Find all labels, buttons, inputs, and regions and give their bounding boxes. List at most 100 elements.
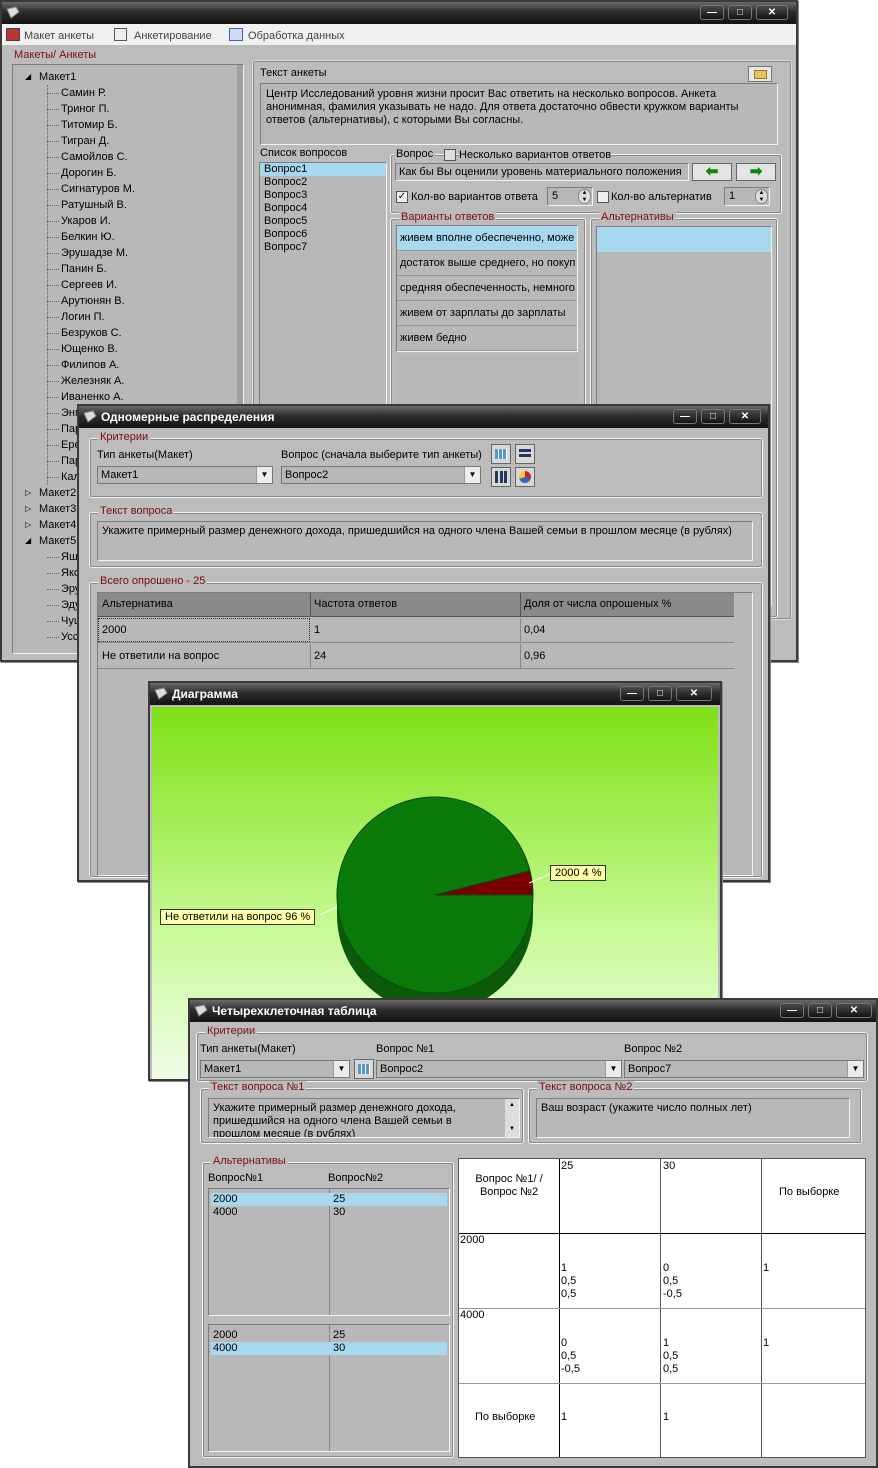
tree-item[interactable]: Триног П. (61, 103, 110, 115)
minimize-button[interactable]: — (620, 686, 644, 701)
col-header-share[interactable]: Доля от числа опрошеных % (524, 598, 671, 610)
maximize-button[interactable]: □ (701, 409, 725, 424)
prev-question-button[interactable]: ⬅ (692, 163, 732, 181)
menu-item-survey[interactable]: Анкетирование (134, 30, 212, 42)
open-folder-button[interactable] (748, 66, 772, 82)
minimize-button[interactable]: — (780, 1003, 804, 1018)
tree-item[interactable]: Арутюнян В. (61, 295, 125, 307)
answer-item[interactable]: достаток выше среднего, но покуп (397, 251, 577, 276)
tree-root[interactable]: Макет5 (39, 535, 76, 547)
tree-item[interactable]: Эрушадзе М. (61, 247, 128, 259)
chevron-down-icon[interactable]: ▼ (847, 1061, 863, 1077)
list-row[interactable]: 4000 30 (211, 1342, 447, 1355)
minimize-button[interactable]: — (700, 5, 724, 20)
spinner-arrows-icon[interactable]: ▲ ▼ (755, 189, 768, 204)
q2-text-box[interactable]: Ваш возраст (укажите число полных лет) (536, 1098, 850, 1138)
tree-expand-icon[interactable]: ▷ (25, 504, 31, 513)
survey-text-box[interactable]: Центр Исследований уровня жизни просит В… (260, 83, 778, 145)
q1-text-box[interactable]: Укажите примерный размер денежного доход… (208, 1098, 520, 1138)
tree-item[interactable]: Ратушный В. (61, 199, 127, 211)
tree-item[interactable]: Сигнатуров М. (61, 183, 135, 195)
tree-item[interactable]: Панин Б. (61, 263, 107, 275)
pie-slice[interactable] (336, 796, 534, 994)
question-item[interactable]: Вопрос1 (260, 163, 386, 176)
maximize-button[interactable]: □ (648, 686, 672, 701)
question-item[interactable]: Вопрос2 (260, 176, 386, 189)
tree-root[interactable]: Макет4 (39, 519, 76, 531)
chevron-down-icon[interactable]: ▼ (464, 467, 480, 483)
tree-item[interactable]: Иваненко А. (61, 391, 124, 403)
alternative-row-selected[interactable] (597, 227, 771, 252)
close-button[interactable]: ✕ (676, 686, 712, 701)
tree-item[interactable]: Филипов А. (61, 359, 119, 371)
tree-item[interactable]: Титомир Б. (61, 119, 118, 131)
tree-item[interactable]: Ющенко В. (61, 343, 118, 355)
col-header-alternative[interactable]: Альтернатива (102, 598, 173, 610)
answer-item[interactable]: живем от зарплаты до зарплаты (397, 301, 577, 326)
minimize-button[interactable]: — (673, 409, 697, 424)
table-view-button[interactable] (354, 1059, 374, 1079)
chevron-down-icon[interactable]: ▼ (605, 1061, 621, 1077)
tree-item[interactable]: Логин П. (61, 311, 105, 323)
next-question-button[interactable]: ➡ (736, 163, 776, 181)
bar-chart-button[interactable] (491, 467, 511, 487)
question-item[interactable]: Вопрос7 (260, 241, 386, 254)
tree-collapse-icon[interactable]: ◢ (25, 536, 31, 545)
list-row[interactable]: 2000 25 (211, 1193, 447, 1206)
answer-item[interactable]: живем вполне обеспеченно, може (397, 226, 577, 251)
alt-list-1[interactable]: 2000 25 4000 30 (208, 1188, 450, 1316)
alt-list-2[interactable]: 2000 25 4000 30 (208, 1324, 450, 1452)
question-select[interactable]: Вопрос2 ▼ (281, 466, 481, 484)
table-view-button[interactable] (491, 444, 511, 464)
spinner-arrows-icon[interactable]: ▲ ▼ (578, 189, 591, 204)
tree-item[interactable]: Самойлов С. (61, 151, 128, 163)
question-item[interactable]: Вопрос4 (260, 202, 386, 215)
question-item[interactable]: Вопрос3 (260, 189, 386, 202)
pie-chart-button[interactable] (515, 467, 535, 487)
tree-root[interactable]: Макет3 (39, 503, 76, 515)
q2-select[interactable]: Вопрос7 ▼ (624, 1060, 864, 1078)
question-item[interactable]: Вопрос5 (260, 215, 386, 228)
close-button[interactable]: ✕ (729, 409, 761, 424)
tree-item[interactable]: Усс (61, 631, 78, 643)
scrollbar[interactable]: ▲ ▼ (505, 1099, 519, 1137)
tree-item[interactable]: Сергеев И. (61, 279, 117, 291)
count-checkbox[interactable]: ✓ (396, 191, 408, 203)
tree-item[interactable]: Укаров И. (61, 215, 111, 227)
tree-root[interactable]: Макет2 (39, 487, 76, 499)
alt-count-checkbox[interactable] (597, 191, 609, 203)
maximize-button[interactable]: □ (808, 1003, 832, 1018)
question-text-field[interactable]: Как бы Вы оценили уровень материального … (395, 163, 689, 181)
tree-item[interactable]: Дорогин Б. (61, 167, 117, 179)
list-row[interactable]: 4000 30 (211, 1206, 447, 1219)
menu-item-data[interactable]: Обработка данных (248, 30, 345, 42)
count-spinner[interactable]: 5 ▲ ▼ (547, 187, 593, 206)
answer-item[interactable]: средняя обеспеченность, немного (397, 276, 577, 301)
tree-item[interactable]: Тигран Д. (61, 135, 109, 147)
multi-checkbox[interactable] (444, 149, 456, 161)
question-item[interactable]: Вопрос6 (260, 228, 386, 241)
tree-item[interactable]: Безруков С. (61, 327, 122, 339)
question-text-box[interactable]: Укажите примерный размер денежного доход… (97, 521, 753, 561)
menu-item-layout[interactable]: Макет анкеты (24, 30, 94, 42)
tree-item[interactable]: Белкин Ю. (61, 231, 115, 243)
close-button[interactable]: ✕ (836, 1003, 872, 1018)
list-row[interactable]: 2000 25 (211, 1329, 447, 1342)
q1-select[interactable]: Вопрос2 ▼ (376, 1060, 622, 1078)
chevron-down-icon[interactable]: ▼ (333, 1061, 349, 1077)
chart-h-button[interactable] (515, 444, 535, 464)
type-select[interactable]: Макет1 ▼ (97, 466, 273, 484)
tree-item[interactable]: Самин Р. (61, 87, 106, 99)
close-button[interactable]: ✕ (756, 5, 788, 20)
answers-list[interactable]: живем вполне обеспеченно, може достаток в… (396, 225, 578, 352)
table-row[interactable]: 2000 1 0,04 (98, 618, 734, 643)
tree-item[interactable]: Железняк А. (61, 375, 124, 387)
type-select[interactable]: Макет1 ▼ (200, 1060, 350, 1078)
chevron-down-icon[interactable]: ▼ (256, 467, 272, 483)
table-row[interactable]: Не ответили на вопрос 24 0,96 (98, 644, 734, 669)
alt-count-spinner[interactable]: 1 ▲ ▼ (724, 187, 770, 206)
tree-expand-icon[interactable]: ▷ (25, 488, 31, 497)
col-header-frequency[interactable]: Частота ответов (314, 598, 397, 610)
maximize-button[interactable]: □ (728, 5, 752, 20)
answer-item[interactable]: живем бедно (397, 326, 577, 351)
